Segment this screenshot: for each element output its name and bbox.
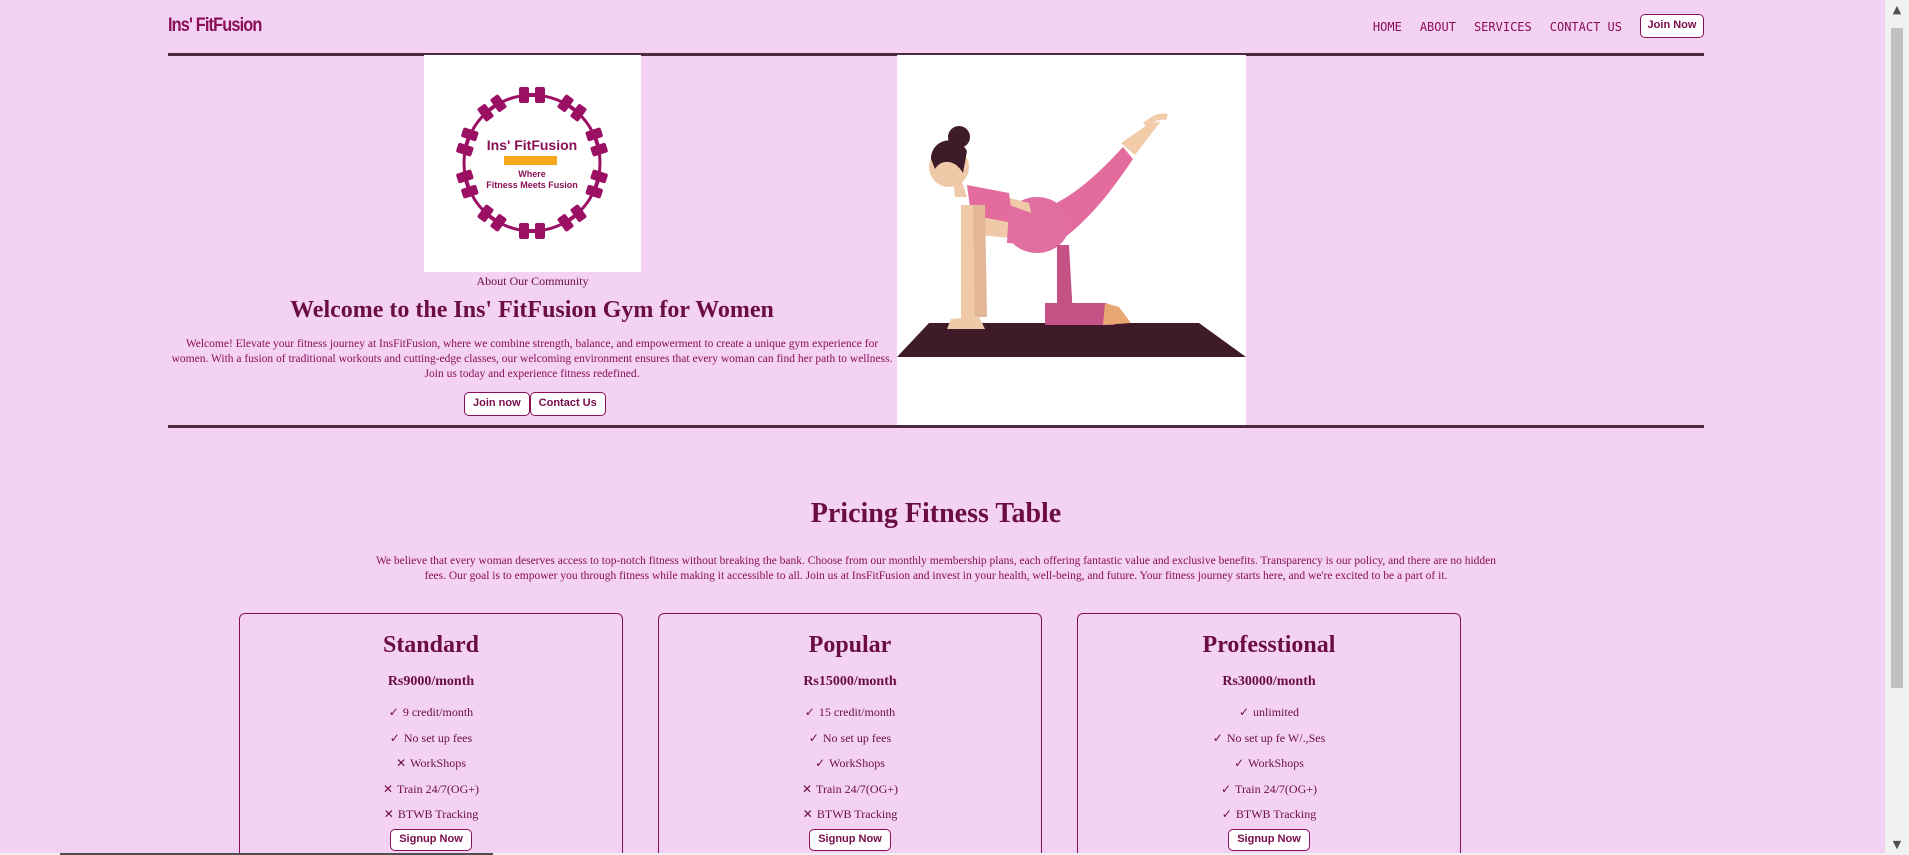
cross-icon: ✕ — [382, 781, 394, 796]
plan-feature: ✓ No set up fees — [389, 730, 473, 745]
logo-caption: About Our Community — [476, 274, 589, 288]
check-icon: ✓ — [804, 705, 815, 719]
check-icon: ✓ — [808, 730, 819, 745]
signup-popular-button[interactable]: Signup Now — [809, 828, 891, 851]
plan-feature: ✓ WorkShops — [1234, 756, 1304, 770]
plan-feature: ✓ unlimited — [1238, 705, 1300, 719]
plan-feature-list: ✓ unlimited ✓ No set up fe W/.,Ses ✓ WorkSh… — [1078, 700, 1460, 828]
dumbbell-icon — [456, 169, 479, 199]
dumbbell-icon — [456, 127, 479, 157]
check-icon: ✓ — [388, 705, 399, 719]
plan-name: Standard — [382, 632, 480, 658]
signup-standard-button[interactable]: Signup Now — [390, 828, 472, 851]
header-join-button[interactable]: Join Now — [1640, 14, 1704, 38]
dumbbell-icon — [585, 127, 608, 157]
signup-professional-button[interactable]: Signup Now — [1228, 828, 1310, 851]
cross-icon: ✕ — [801, 781, 813, 796]
plan-feature: ✓ No set up fe W/.,Ses — [1212, 730, 1326, 745]
plan-price: Rs15000/month — [803, 674, 897, 689]
main-nav: HOME ABOUT SERVICES CONTACT US Join Now — [1373, 14, 1704, 38]
plan-feature: ✓ BTWB Tracking — [1221, 807, 1317, 821]
vertical-scrollbar[interactable]: ▲ ▼ — [1885, 0, 1909, 855]
nav-services[interactable]: SERVICES — [1474, 20, 1532, 34]
plan-price: Rs30000/month — [1222, 674, 1316, 689]
check-icon: ✓ — [1221, 807, 1232, 821]
site-header: Ins' FitFusion HOME ABOUT SERVICES CONTA… — [168, 0, 1704, 56]
dumbbell-ring-logo-icon: Ins' FitFusion Where Fitness Meets Fusio… — [456, 87, 608, 239]
logo-tagline-line1: Where — [518, 169, 546, 179]
logo-tagline-line2: Fitness Meets Fusion — [486, 180, 578, 190]
cross-icon: ✕ — [383, 807, 394, 821]
plan-feature: ✕ Train 24/7(OG+) — [801, 781, 899, 796]
nav-contact-us[interactable]: CONTACT US — [1550, 20, 1622, 34]
section-divider — [168, 425, 1704, 428]
check-icon: ✓ — [1234, 756, 1245, 770]
plan-feature: ✕ Train 24/7(OG+) — [382, 781, 480, 796]
check-icon: ✓ — [1212, 730, 1223, 745]
check-icon: ✓ — [815, 756, 826, 770]
plan-feature: ✕ BTWB Tracking — [383, 807, 479, 821]
dumbbell-icon — [519, 87, 545, 103]
page: Ins' FitFusion HOME ABOUT SERVICES CONTA… — [0, 0, 1909, 855]
plan-name: Popular — [808, 632, 892, 658]
cross-icon: ✕ — [396, 756, 407, 770]
plan-feature: ✓ Train 24/7(OG+) — [1220, 781, 1318, 796]
scroll-down-icon[interactable]: ▼ — [1885, 835, 1909, 855]
brand-logo-text[interactable]: Ins' FitFusion — [168, 15, 262, 37]
hero-buttons: Join now Contact Us — [464, 392, 606, 416]
yoga-illustration — [897, 55, 1246, 425]
check-icon: ✓ — [389, 730, 400, 745]
plan-feature-list: ✓ 9 credit/month ✓ No set up fees ✕ WorkSho… — [240, 700, 622, 828]
hero-contact-button[interactable]: Contact Us — [529, 392, 606, 416]
cross-icon: ✕ — [802, 807, 813, 821]
plan-feature: ✕ WorkShops — [396, 756, 466, 770]
hero-join-button[interactable]: Join now — [464, 392, 530, 416]
hero-description: Welcome! Elevate your fitness journey at… — [171, 338, 893, 380]
pricing-title: Pricing Fitness Table — [810, 498, 1062, 529]
plan-feature: ✓ 15 credit/month — [804, 705, 896, 719]
plan-name: Professtional — [1202, 632, 1336, 658]
check-icon: ✓ — [1220, 781, 1232, 796]
scroll-up-icon[interactable]: ▲ — [1885, 0, 1909, 20]
plan-card-professional: Professtional Rs30000/month ✓ unlimited ✓… — [1077, 613, 1461, 855]
nav-home[interactable]: HOME — [1373, 20, 1402, 34]
scrollbar-thumb[interactable] — [1891, 28, 1903, 688]
gym-logo-image: Ins' FitFusion Where Fitness Meets Fusio… — [424, 55, 641, 272]
plan-card-popular: Popular Rs15000/month ✓ 15 credit/month ✓… — [658, 613, 1042, 855]
plan-feature: ✕ BTWB Tracking — [802, 807, 898, 821]
logo-name-text: Ins' FitFusion — [487, 137, 577, 153]
plan-feature-list: ✓ 15 credit/month ✓ No set up fees ✓ WorkSh… — [659, 700, 1041, 828]
plan-feature: ✓ 9 credit/month — [388, 705, 474, 719]
hero-title: Welcome to the Ins' FitFusion Gym for Wo… — [290, 297, 774, 323]
pricing-description: We believe that every woman deserves acc… — [376, 555, 1496, 582]
plan-feature: ✓ No set up fees — [808, 730, 892, 745]
dumbbell-icon — [519, 223, 545, 239]
dumbbell-icon — [585, 169, 608, 199]
plan-card-standard: Standard Rs9000/month ✓ 9 credit/month ✓ N… — [239, 613, 623, 855]
plan-price: Rs9000/month — [387, 674, 475, 689]
woman-yoga-pose-icon — [897, 113, 1246, 357]
check-icon: ✓ — [1238, 705, 1250, 719]
plan-feature: ✓ WorkShops — [815, 756, 885, 770]
nav-about[interactable]: ABOUT — [1420, 20, 1456, 34]
